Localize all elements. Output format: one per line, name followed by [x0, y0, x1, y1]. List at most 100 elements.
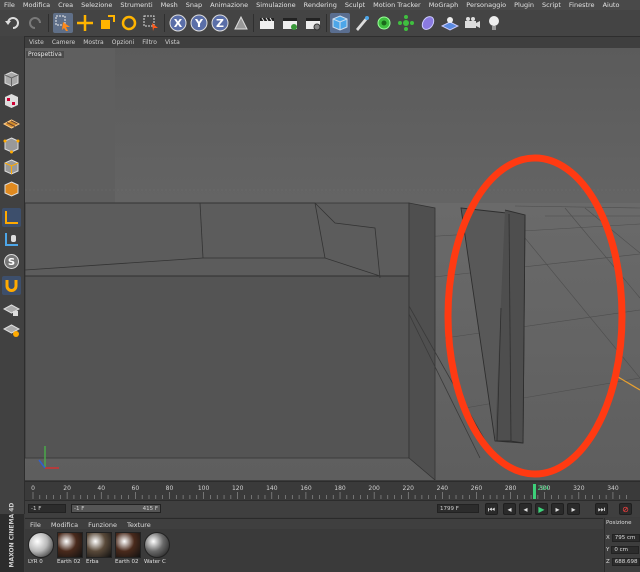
- solo-button[interactable]: S: [2, 252, 21, 271]
- previous-frame-button[interactable]: ◂: [519, 503, 532, 515]
- maxon-logo: MAXON CINEMA 4D: [0, 503, 24, 572]
- tweak-button[interactable]: [2, 230, 21, 249]
- material-menu-funzione[interactable]: Funzione: [83, 521, 122, 529]
- go-to-start-button[interactable]: ⏮: [485, 503, 498, 515]
- z-axis-button[interactable]: Z: [210, 13, 230, 33]
- move-button[interactable]: [75, 13, 95, 33]
- rotate-button[interactable]: [119, 13, 139, 33]
- light-button[interactable]: [484, 13, 504, 33]
- menu-personaggio[interactable]: Personaggio: [462, 1, 510, 9]
- menu-animazione[interactable]: Animazione: [206, 1, 252, 9]
- timeline-tick-label: 260: [471, 485, 483, 492]
- svg-text:S: S: [8, 257, 15, 268]
- menu-script[interactable]: Script: [538, 1, 565, 9]
- next-frame-button[interactable]: ▸: [551, 503, 564, 515]
- menu-strumenti[interactable]: Strumenti: [116, 1, 156, 9]
- undo-button[interactable]: [3, 13, 23, 33]
- menu-crea[interactable]: Crea: [54, 1, 77, 9]
- menu-simulazione[interactable]: Simulazione: [252, 1, 300, 9]
- menu-file[interactable]: File: [0, 1, 19, 9]
- recent-tool-button[interactable]: [141, 13, 161, 33]
- menu-snap[interactable]: Snap: [182, 1, 206, 9]
- menu-mesh[interactable]: Mesh: [157, 1, 182, 9]
- camera-button[interactable]: [462, 13, 482, 33]
- go-to-end-button[interactable]: ⏭: [595, 503, 608, 515]
- make-editable-button[interactable]: [2, 70, 21, 89]
- points-mode-button[interactable]: [2, 158, 21, 177]
- planar-workplane-button[interactable]: [2, 320, 21, 339]
- material-item[interactable]: Erba: [86, 532, 112, 565]
- x-axis-button[interactable]: X: [168, 13, 188, 33]
- previous-key-button[interactable]: ◂: [503, 503, 516, 515]
- material-item[interactable]: LYR 0: [28, 532, 54, 565]
- playhead[interactable]: [532, 484, 536, 499]
- texture-mode-button[interactable]: [2, 114, 21, 133]
- menu-mograph[interactable]: MoGraph: [425, 1, 463, 9]
- timeline-tick-label: 320: [573, 485, 585, 492]
- coord-y-field[interactable]: 0 cm: [611, 546, 640, 554]
- array-button[interactable]: [396, 13, 416, 33]
- coordinate-system-button[interactable]: [231, 13, 251, 33]
- start-frame-field[interactable]: -1 F: [28, 504, 66, 513]
- viewport-menu-filtro[interactable]: Filtro: [138, 39, 161, 46]
- material-item[interactable]: Water C: [144, 532, 170, 565]
- pen-spline-button[interactable]: [352, 13, 372, 33]
- range-slider[interactable]: -1 F 415 F: [71, 504, 161, 513]
- coord-x-field[interactable]: 795 cm: [611, 534, 640, 542]
- deformer-button[interactable]: [418, 13, 438, 33]
- end-frame-field[interactable]: 1799 F: [437, 504, 479, 513]
- material-menu-file[interactable]: File: [25, 521, 46, 529]
- play-button[interactable]: ▶: [535, 503, 548, 515]
- timeline-ruler[interactable]: 0 20 40 60 80 100 120 140 160 180 200 220 240 260 280 3…: [25, 481, 640, 500]
- subdivision-button[interactable]: [374, 13, 394, 33]
- coord-z-field[interactable]: 688.698: [611, 558, 640, 566]
- axis-button[interactable]: [2, 208, 21, 227]
- menu-aiuto[interactable]: Aiuto: [599, 1, 624, 9]
- live-selection-button[interactable]: [53, 13, 73, 33]
- scene-floor-icon: [441, 17, 459, 31]
- subdivision-icon: [377, 16, 391, 30]
- viewport-menu-camere[interactable]: Camere: [48, 39, 79, 46]
- menu-motion-tracker[interactable]: Motion Tracker: [369, 1, 425, 9]
- viewport-label: Prospettiva: [26, 51, 64, 58]
- mode-palette: S: [0, 36, 25, 514]
- material-menu-texture[interactable]: Texture: [122, 521, 156, 529]
- snap-magnet-button[interactable]: [2, 276, 21, 295]
- material-menu-modifica[interactable]: Modifica: [46, 521, 83, 529]
- menu-plugin[interactable]: Plugin: [510, 1, 538, 9]
- timeline-tick-label: 200: [368, 485, 380, 492]
- timeline-tick-label: 280: [505, 485, 517, 492]
- render-picture-viewer-button[interactable]: [280, 13, 300, 33]
- timeline-tick-label: 240: [437, 485, 449, 492]
- next-key-button[interactable]: ▸: [567, 503, 580, 515]
- edges-mode-button[interactable]: [2, 180, 21, 199]
- scene-floor-button[interactable]: [440, 13, 460, 33]
- menu-modifica[interactable]: Modifica: [19, 1, 54, 9]
- snap-magnet-icon: [5, 280, 18, 292]
- workplane-button[interactable]: [2, 136, 21, 155]
- menu-selezione[interactable]: Selezione: [77, 1, 116, 9]
- model-mode-button[interactable]: [2, 92, 21, 111]
- menu-sculpt[interactable]: Sculpt: [341, 1, 369, 9]
- viewport-menu-opzioni[interactable]: Opzioni: [108, 39, 139, 46]
- viewport-menu-viste[interactable]: Viste: [25, 39, 48, 46]
- material-item[interactable]: Earth 02: [115, 532, 141, 565]
- locked-workplane-button[interactable]: [2, 300, 21, 319]
- axis-icon: [5, 211, 18, 224]
- redo-button[interactable]: [25, 13, 45, 33]
- svg-text:X: X: [174, 17, 183, 30]
- perspective-viewport[interactable]: [25, 48, 640, 480]
- record-button[interactable]: ⊘: [619, 503, 632, 515]
- viewport-menu-vista[interactable]: Vista: [161, 39, 184, 46]
- array-icon: [398, 15, 414, 31]
- menu-finestre[interactable]: Finestre: [565, 1, 599, 9]
- y-axis-button[interactable]: Y: [189, 13, 209, 33]
- material-item[interactable]: Earth 02: [57, 532, 83, 565]
- cube-button[interactable]: [330, 13, 350, 33]
- edit-render-settings-button[interactable]: [303, 13, 323, 33]
- viewport-menu-mostra[interactable]: Mostra: [79, 39, 107, 46]
- menu-rendering[interactable]: Rendering: [300, 1, 341, 9]
- workplane-icon: [3, 137, 20, 154]
- render-view-button[interactable]: [257, 13, 277, 33]
- scale-button[interactable]: [97, 13, 117, 33]
